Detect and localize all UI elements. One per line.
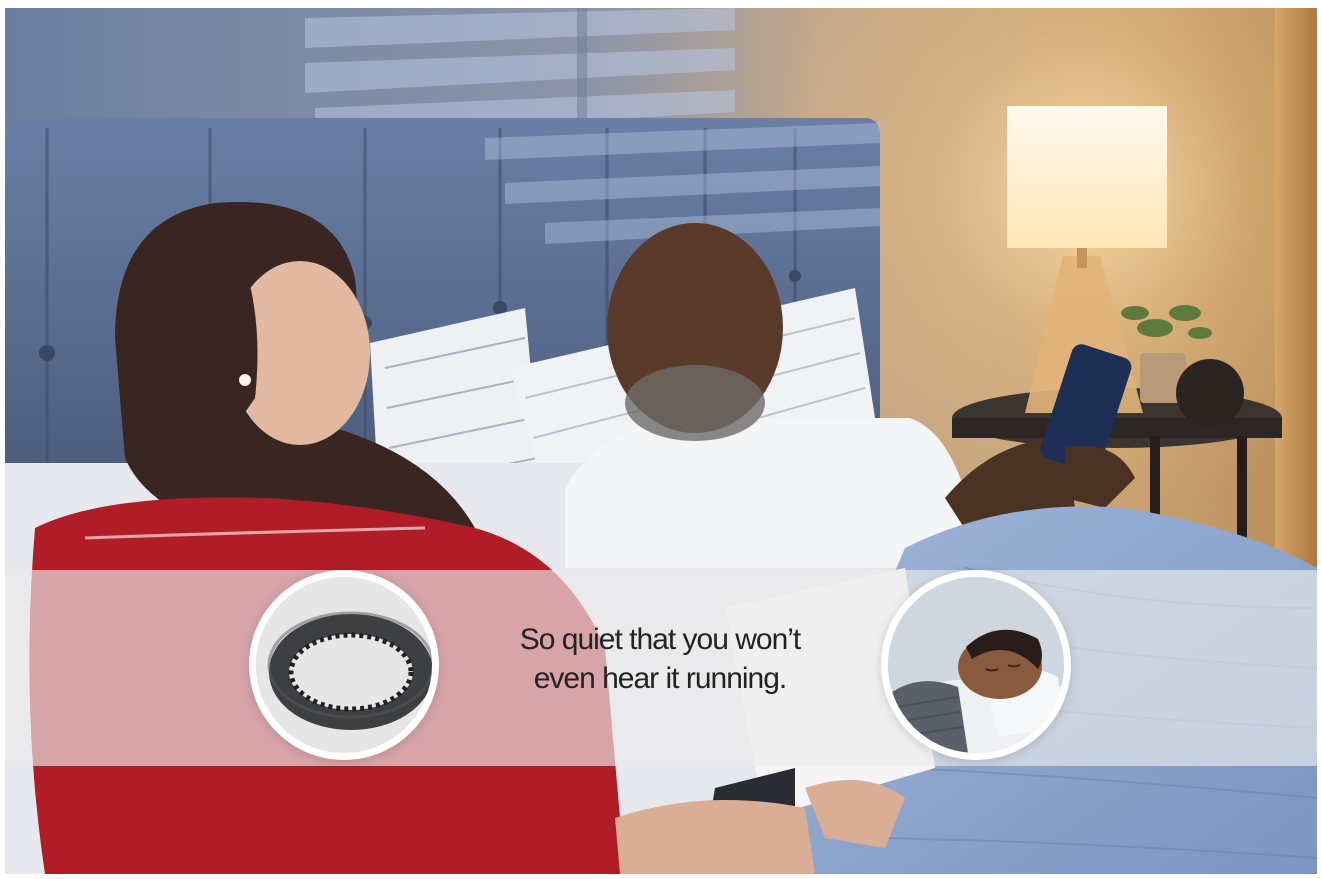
timing-belt-icon: [256, 577, 432, 753]
caption-line-1: So quiet that you won’t: [519, 623, 802, 656]
belt-inset-circle: [249, 570, 439, 760]
photo-frame: So quiet that you won’t even hear it run…: [5, 8, 1317, 874]
child-inset-circle: [881, 570, 1071, 760]
caption-line-2: even hear it running.: [533, 662, 788, 695]
sleeping-child-icon: [888, 577, 1064, 753]
caption-text: So quiet that you won’t even hear it run…: [460, 620, 860, 698]
